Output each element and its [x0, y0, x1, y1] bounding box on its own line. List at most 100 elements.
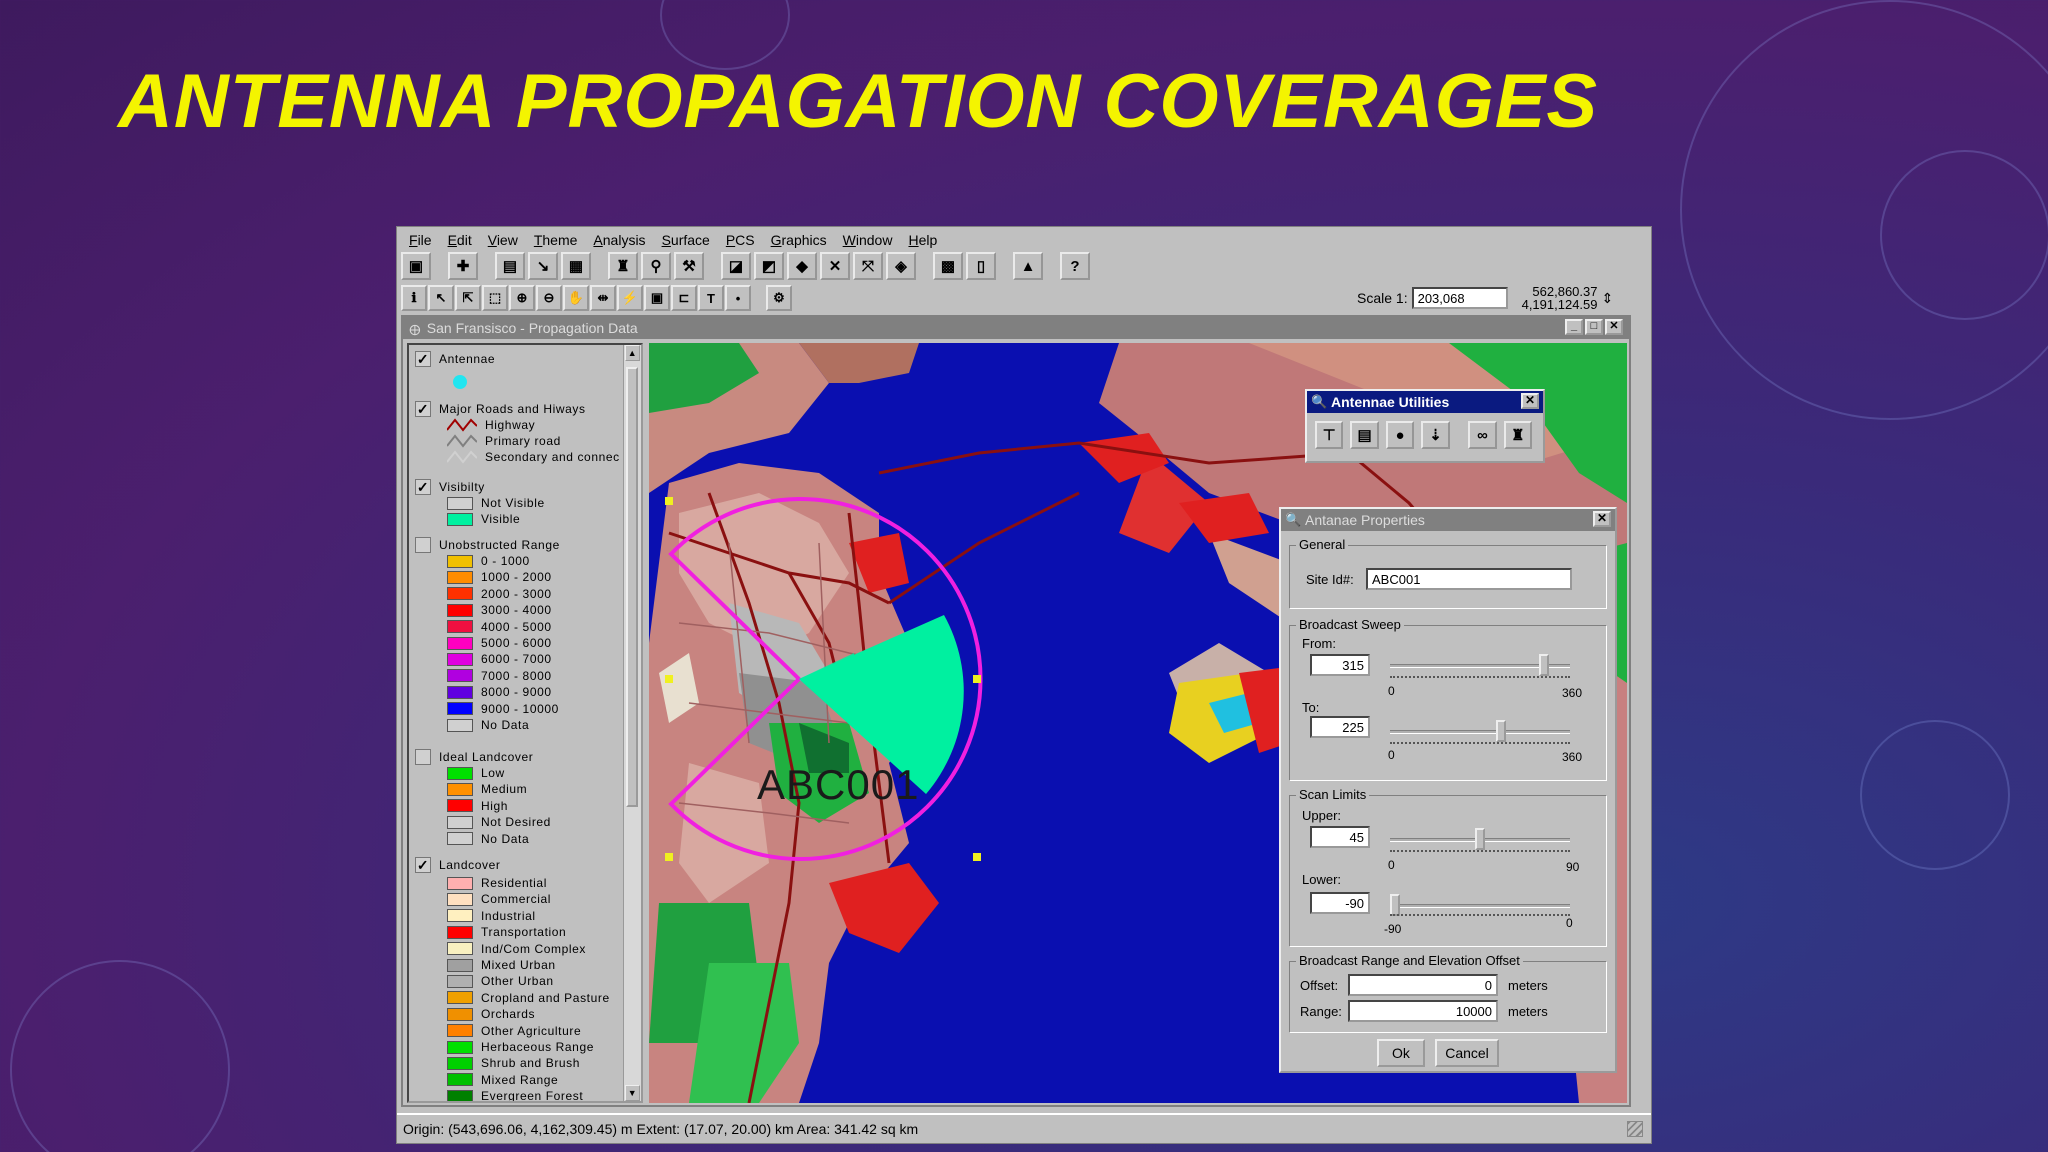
- theme-roads[interactable]: ✓ Major Roads and Hiways: [415, 401, 586, 417]
- slider-thumb[interactable]: [1475, 828, 1485, 850]
- checkbox-checked-icon[interactable]: ✓: [415, 479, 431, 495]
- site-id-input[interactable]: [1366, 568, 1572, 590]
- menu-graphics[interactable]: Graphics: [763, 229, 835, 251]
- zoom-full-icon[interactable]: ✕: [820, 252, 850, 280]
- zoom-theme-icon[interactable]: ◪: [721, 252, 751, 280]
- slider-thumb[interactable]: [1496, 720, 1507, 742]
- sweep-to-input[interactable]: [1310, 716, 1370, 738]
- search-icon: 🔍: [1285, 512, 1302, 527]
- antenna-table-icon[interactable]: ▤: [1350, 421, 1379, 449]
- zoom-active-icon[interactable]: ◆: [787, 252, 817, 280]
- close-icon[interactable]: ✕: [1521, 393, 1539, 409]
- minimize-icon[interactable]: _: [1565, 319, 1583, 335]
- scan-upper-input[interactable]: [1310, 826, 1370, 848]
- dialog-title-bar[interactable]: 🔍 Antanae Properties ✕: [1281, 509, 1615, 531]
- checkbox-unchecked-icon[interactable]: [415, 749, 431, 765]
- theme-antennae[interactable]: ✓ Antennae: [415, 351, 495, 367]
- antenna-site-label[interactable]: ABC001: [757, 761, 919, 809]
- antenna-tool-icon[interactable]: ⚙: [766, 285, 792, 311]
- legend-swatch: [447, 1089, 473, 1101]
- legend-entry: 3000 - 4000: [447, 602, 552, 618]
- legend-swatch: [447, 909, 473, 923]
- theme-visibility[interactable]: ✓ Visibilty: [415, 479, 485, 495]
- maximize-icon[interactable]: □: [1585, 319, 1603, 335]
- range-input[interactable]: [1348, 1000, 1498, 1022]
- close-icon[interactable]: ✕: [1605, 319, 1623, 335]
- checkbox-checked-icon[interactable]: ✓: [415, 857, 431, 873]
- label-icon[interactable]: ⊏: [671, 285, 697, 311]
- hotlink-tool-icon[interactable]: ⚡: [617, 285, 643, 311]
- layout-icon[interactable]: ▲: [1013, 252, 1043, 280]
- pan-icon[interactable]: ✋: [563, 285, 589, 311]
- checkbox-unchecked-icon[interactable]: [415, 537, 431, 553]
- ok-button[interactable]: Ok: [1377, 1039, 1425, 1067]
- zoom-back-icon[interactable]: ◈: [886, 252, 916, 280]
- menu-surface[interactable]: Surface: [654, 229, 718, 251]
- view-title: San Fransisco - Propagation Data: [426, 320, 638, 336]
- menu-window[interactable]: Window: [835, 229, 901, 251]
- select-all-icon[interactable]: ▩: [933, 252, 963, 280]
- view-title-bar[interactable]: 🜨 San Fransisco - Propagation Data: [403, 317, 1629, 339]
- map-canvas[interactable]: ABC001 🔍 Antennae Utilities ✕ ⊤ ▤ ● ⇣ ∞ …: [649, 343, 1627, 1103]
- zoom-out-icon[interactable]: ⊖: [536, 285, 562, 311]
- coverage-icon[interactable]: ●: [1385, 421, 1415, 449]
- zoom-in-icon[interactable]: ⊕: [509, 285, 535, 311]
- scan-lower-input[interactable]: [1310, 892, 1370, 914]
- button-bar: ▣ ✚ ▤ ↘ ▦ ♜ ⚲ ⚒ ◪ ◩ ◆ ✕ ⤧ ◈ ▩ ▯ ▲ ?: [401, 251, 1093, 281]
- legend-entry: Mixed Range: [447, 1072, 558, 1088]
- text-icon[interactable]: T: [698, 285, 724, 311]
- select-feature-icon[interactable]: ⬚: [482, 285, 508, 311]
- antenna-view-icon[interactable]: ∞: [1468, 421, 1497, 449]
- scroll-down-icon[interactable]: ▼: [625, 1085, 640, 1101]
- edit-legend-icon[interactable]: ↘: [528, 252, 558, 280]
- save-icon[interactable]: ▣: [401, 252, 431, 280]
- offset-input[interactable]: [1348, 974, 1498, 996]
- menu-pcs[interactable]: PCS: [718, 229, 763, 251]
- scroll-up-icon[interactable]: ▲: [625, 345, 640, 361]
- theme-landcover[interactable]: ✓ Landcover: [415, 857, 500, 873]
- menu-help[interactable]: Help: [900, 229, 945, 251]
- antenna-add-icon[interactable]: ⊤: [1315, 421, 1344, 449]
- scale-input[interactable]: [1411, 287, 1508, 309]
- menu-edit[interactable]: Edit: [440, 229, 480, 251]
- help-icon[interactable]: ?: [1060, 252, 1090, 280]
- locate-icon[interactable]: ⚲: [641, 252, 671, 280]
- legend-swatch: [447, 685, 473, 699]
- menu-file[interactable]: File: [401, 229, 440, 251]
- vertex-edit-icon[interactable]: ⇱: [455, 285, 481, 311]
- antenna-move-icon[interactable]: ⇣: [1421, 421, 1450, 449]
- close-icon[interactable]: ✕: [1593, 511, 1611, 527]
- draw-point-icon[interactable]: •: [725, 285, 751, 311]
- checkbox-checked-icon[interactable]: ✓: [415, 351, 431, 367]
- scroll-thumb[interactable]: [626, 367, 638, 807]
- theme-ideal-landcover[interactable]: Ideal Landcover: [415, 749, 533, 765]
- cancel-button[interactable]: Cancel: [1435, 1039, 1499, 1067]
- menu-view[interactable]: View: [480, 229, 526, 251]
- sweep-to-slider[interactable]: [1390, 730, 1570, 734]
- pointer-icon[interactable]: ↖: [428, 285, 454, 311]
- scan-lower-slider[interactable]: [1390, 904, 1570, 908]
- add-theme-icon[interactable]: ✚: [448, 252, 478, 280]
- sweep-from-input[interactable]: [1310, 654, 1370, 676]
- theme-unobstructed-range[interactable]: Unobstructed Range: [415, 537, 560, 553]
- clear-select-icon[interactable]: ▯: [966, 252, 996, 280]
- slider-thumb[interactable]: [1538, 654, 1549, 676]
- identify-icon[interactable]: ℹ: [401, 285, 427, 311]
- menu-analysis[interactable]: Analysis: [585, 229, 653, 251]
- find-icon[interactable]: ♜: [608, 252, 638, 280]
- properties-icon[interactable]: ▤: [495, 252, 525, 280]
- menu-theme[interactable]: Theme: [526, 229, 586, 251]
- legend-scrollbar[interactable]: ▲ ▼: [623, 345, 641, 1101]
- legend-swatch: [447, 991, 473, 1005]
- zoom-previous-icon[interactable]: ⤧: [853, 252, 883, 280]
- area-select-icon[interactable]: ▣: [644, 285, 670, 311]
- table-icon[interactable]: ▦: [561, 252, 591, 280]
- hotlink-icon[interactable]: ⚒: [674, 252, 704, 280]
- zoom-selected-icon[interactable]: ◩: [754, 252, 784, 280]
- measure-icon[interactable]: ⇹: [590, 285, 616, 311]
- checkbox-checked-icon[interactable]: ✓: [415, 401, 431, 417]
- antenna-find-icon[interactable]: ♜: [1503, 421, 1533, 449]
- resize-grip-icon[interactable]: [1627, 1121, 1643, 1137]
- theme-legend[interactable]: ▲ ▼ ✓ Antennae ✓ Major Roads and Hiways …: [407, 343, 643, 1103]
- dialog-title-bar[interactable]: 🔍 Antennae Utilities ✕: [1307, 391, 1543, 413]
